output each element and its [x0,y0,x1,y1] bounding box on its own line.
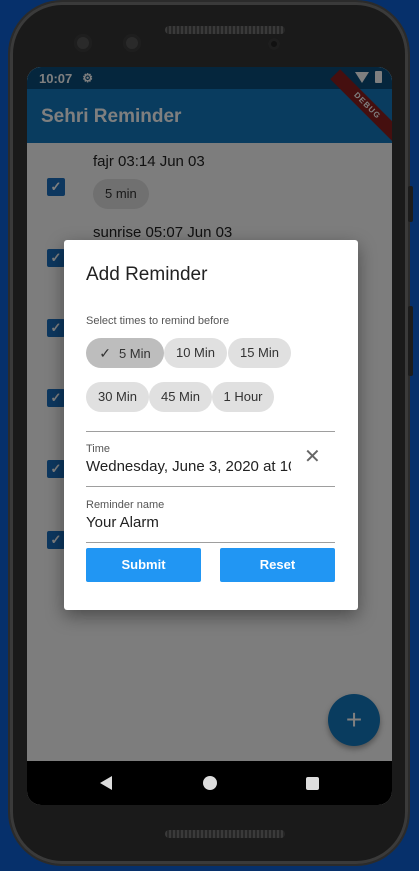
time-label: Time [86,443,111,455]
chip-15-min[interactable]: 15 Min [228,338,291,368]
remind-before-label: Select times to remind before [86,315,230,327]
earpiece-speaker [165,26,285,34]
front-camera-right [123,34,141,52]
navigation-bar [27,761,392,805]
chip-45-min[interactable]: 45 Min [149,382,212,412]
home-icon[interactable] [203,776,217,790]
reminder-name-label: Reminder name [86,499,165,511]
back-icon[interactable] [100,776,112,790]
clear-icon[interactable]: ✕ [304,447,321,467]
chip-1-hour[interactable]: 1 Hour [212,382,274,412]
reset-button[interactable]: Reset [220,548,335,582]
reminder-name-field[interactable]: Your Alarm [86,514,326,531]
bottom-speaker [165,830,285,838]
dialog-title: Add Reminder [86,264,208,285]
divider [86,431,335,432]
power-button [408,186,413,222]
submit-button[interactable]: Submit [86,548,201,582]
chip-label: 5 Min [118,346,151,361]
recent-apps-icon[interactable] [306,777,319,790]
chip-10-min[interactable]: 10 Min [164,338,227,368]
volume-button [408,306,413,376]
chip-30-min[interactable]: 30 Min [86,382,149,412]
time-field-underline [86,486,335,487]
name-field-underline [86,542,335,543]
add-reminder-dialog: Add Reminder Select times to remind befo… [64,240,358,610]
app-screen: 10:07 ⚙ Sehri Reminder DEBUG fajr 03:14 … [27,67,392,805]
check-icon: ✓ [99,345,111,361]
chip-5-min[interactable]: ✓ 5 Min [86,338,164,368]
time-field[interactable]: Wednesday, June 3, 2020 at 10 [86,458,291,475]
front-sensor [268,38,280,50]
front-camera-left [74,34,92,52]
